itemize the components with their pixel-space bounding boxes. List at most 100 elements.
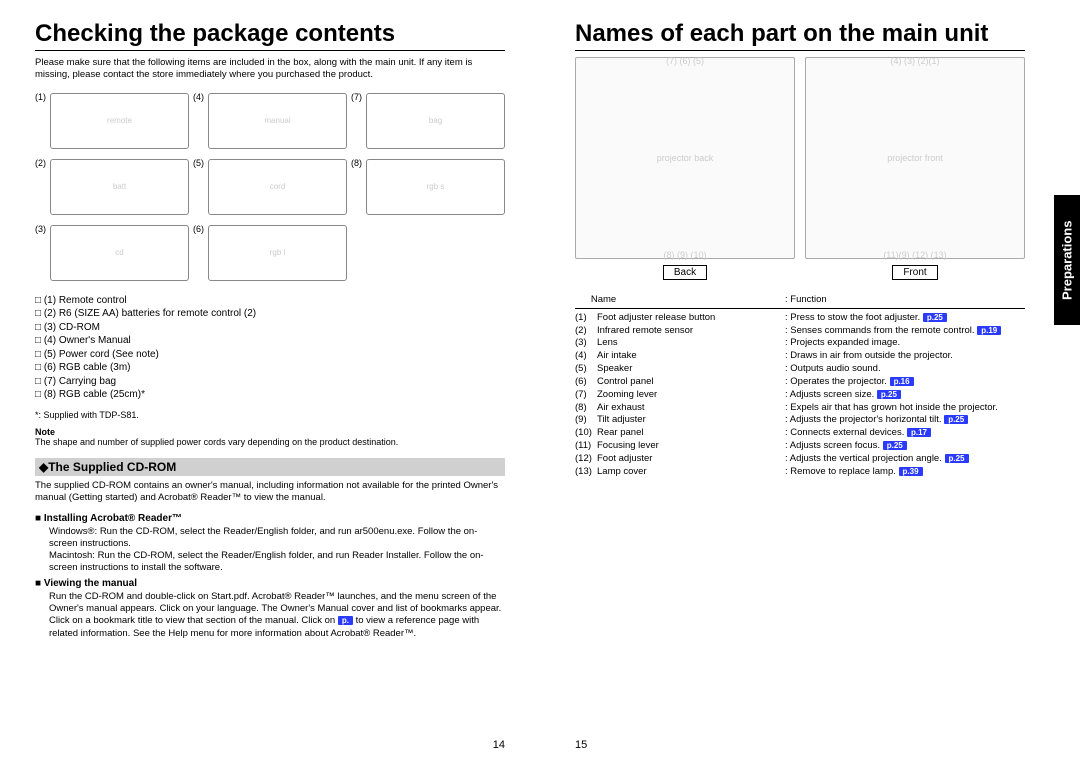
table-row: (2)Infrared remote sensorSenses commands…: [575, 325, 1025, 338]
row-name: Focusing lever: [597, 440, 785, 453]
page-ref-icon[interactable]: p.16: [890, 377, 914, 386]
row-index: (12): [575, 453, 597, 466]
page-ref-icon[interactable]: p.39: [899, 467, 923, 476]
parts-diagrams: (7) (6) (5) projector back (8) (9) (10) …: [575, 57, 1025, 280]
table-row: (3)LensProjects expanded image.: [575, 337, 1025, 350]
remote-icon: remote: [50, 93, 189, 149]
pkg-5: (5)cord: [193, 156, 347, 218]
page-ref-icon[interactable]: p.25: [945, 454, 969, 463]
table-row: (4)Air intakeDraws in air from outside t…: [575, 350, 1025, 363]
table-row: (11)Focusing leverAdjusts screen focus. …: [575, 440, 1025, 453]
row-name: Foot adjuster: [597, 453, 785, 466]
pkg-8: (8)rgb s: [351, 156, 505, 218]
table-row: (10)Rear panelConnects external devices.…: [575, 427, 1025, 440]
page-ref-icon[interactable]: p.17: [907, 428, 931, 437]
row-name: Control panel: [597, 376, 785, 389]
row-index: (13): [575, 466, 597, 479]
power-cord-icon: cord: [208, 159, 347, 215]
back-top-callouts: (7) (6) (5): [576, 56, 794, 66]
row-index: (1): [575, 312, 597, 325]
install-body-1: Windows®: Run the CD-ROM, select the Rea…: [49, 526, 505, 550]
page-ref-icon[interactable]: p.: [338, 616, 353, 625]
col-name: Name: [591, 294, 616, 305]
left-title: Checking the package contents: [35, 20, 505, 48]
row-name: Infrared remote sensor: [597, 325, 785, 338]
row-index: (3): [575, 337, 597, 350]
bag-icon: bag: [366, 93, 505, 149]
col-function: : Function: [785, 294, 1025, 307]
note-text: The shape and number of supplied power c…: [35, 437, 505, 448]
row-function: Adjusts the projector's horizontal tilt.…: [785, 414, 1025, 427]
row-function: Press to stow the foot adjuster. p.25: [785, 312, 1025, 325]
row-name: Lamp cover: [597, 466, 785, 479]
back-bottom-callouts: (8) (9) (10): [576, 250, 794, 260]
row-function: Remove to replace lamp. p.39: [785, 466, 1025, 479]
page-ref-icon[interactable]: p.25: [883, 441, 907, 450]
list-item: (2) R6 (SIZE AA) batteries for remote co…: [35, 307, 505, 321]
pkg-6: (6)rgb l: [193, 222, 347, 284]
list-item: (4) Owner's Manual: [35, 334, 505, 348]
back-label: Back: [663, 265, 707, 280]
row-name: Air exhaust: [597, 402, 785, 415]
page-spread: Checking the package contents Please mak…: [0, 0, 1080, 763]
pkg-1: (1)remote: [35, 90, 189, 152]
pkg-4: (4)manual: [193, 90, 347, 152]
note-heading: Note: [35, 427, 505, 437]
row-index: (8): [575, 402, 597, 415]
back-view: (7) (6) (5) projector back (8) (9) (10) …: [575, 57, 795, 280]
page-number-left: 14: [493, 739, 505, 751]
table-row: (1)Foot adjuster release buttonPress to …: [575, 312, 1025, 325]
row-function: Adjusts the vertical projection angle. p…: [785, 453, 1025, 466]
row-function: Outputs audio sound.: [785, 363, 1025, 376]
row-index: (6): [575, 376, 597, 389]
battery-icon: batt: [50, 159, 189, 215]
row-function: Expels air that has grown hot inside the…: [785, 402, 1025, 415]
table-row: (9)Tilt adjusterAdjusts the projector's …: [575, 414, 1025, 427]
page-ref-icon[interactable]: p.25: [944, 415, 968, 424]
pkg-3: (3)cd: [35, 222, 189, 284]
row-function: Projects expanded image.: [785, 337, 1025, 350]
title-rule-r: [575, 50, 1025, 51]
page-ref-icon[interactable]: p.19: [977, 326, 1001, 335]
projector-front-icon: (4) (3) (2)(1) projector front (11)(9) (…: [805, 57, 1025, 259]
row-function: Adjusts screen size. p.25: [785, 389, 1025, 402]
front-view: (4) (3) (2)(1) projector front (11)(9) (…: [805, 57, 1025, 280]
install-body-2: Macintosh: Run the CD-ROM, select the Re…: [49, 550, 505, 574]
rgb-short-icon: rgb s: [366, 159, 505, 215]
parts-table-header: Name : Function: [575, 294, 1025, 309]
right-page: Names of each part on the main unit (7) …: [540, 0, 1080, 763]
pkg-7: (7)bag: [351, 90, 505, 152]
parts-table: Name : Function (1)Foot adjuster release…: [575, 294, 1025, 478]
row-function: Connects external devices. p.17: [785, 427, 1025, 440]
package-grid: (1)remote (4)manual (7)bag (2)batt (5)co…: [35, 90, 505, 284]
list-item: (6) RGB cable (3m): [35, 361, 505, 375]
row-name: Rear panel: [597, 427, 785, 440]
list-item: (1) Remote control: [35, 294, 505, 308]
pkg-2: (2)batt: [35, 156, 189, 218]
table-row: (12)Foot adjusterAdjusts the vertical pr…: [575, 453, 1025, 466]
title-rule: [35, 50, 505, 51]
table-row: (5)SpeakerOutputs audio sound.: [575, 363, 1025, 376]
list-item: (5) Power cord (See note): [35, 348, 505, 362]
page-ref-icon[interactable]: p.25: [877, 390, 901, 399]
page-ref-icon[interactable]: p.25: [923, 313, 947, 322]
table-row: (8)Air exhaustExpels air that has grown …: [575, 402, 1025, 415]
cdrom-section-header: ◆The Supplied CD-ROM: [35, 458, 505, 476]
intro-text: Please make sure that the following item…: [35, 57, 505, 82]
row-function: Adjusts screen focus. p.25: [785, 440, 1025, 453]
cdrom-icon: cd: [50, 225, 189, 281]
row-name: Foot adjuster release button: [597, 312, 785, 325]
list-item: (8) RGB cable (25cm)*: [35, 388, 505, 402]
supplied-with-note: *: Supplied with TDP-S81.: [35, 410, 505, 421]
package-item-list: (1) Remote control(2) R6 (SIZE AA) batte…: [35, 294, 505, 402]
list-item: (7) Carrying bag: [35, 375, 505, 389]
front-label: Front: [892, 265, 937, 280]
front-top-callouts: (4) (3) (2)(1): [806, 56, 1024, 66]
row-name: Tilt adjuster: [597, 414, 785, 427]
table-row: (6)Control panelOperates the projector. …: [575, 376, 1025, 389]
row-function: Draws in air from outside the projector.: [785, 350, 1025, 363]
preparations-tab[interactable]: Preparations: [1054, 195, 1080, 325]
projector-back-icon: (7) (6) (5) projector back (8) (9) (10): [575, 57, 795, 259]
viewing-body: Run the CD-ROM and double-click on Start…: [49, 591, 505, 640]
manual-icon: manual: [208, 93, 347, 149]
